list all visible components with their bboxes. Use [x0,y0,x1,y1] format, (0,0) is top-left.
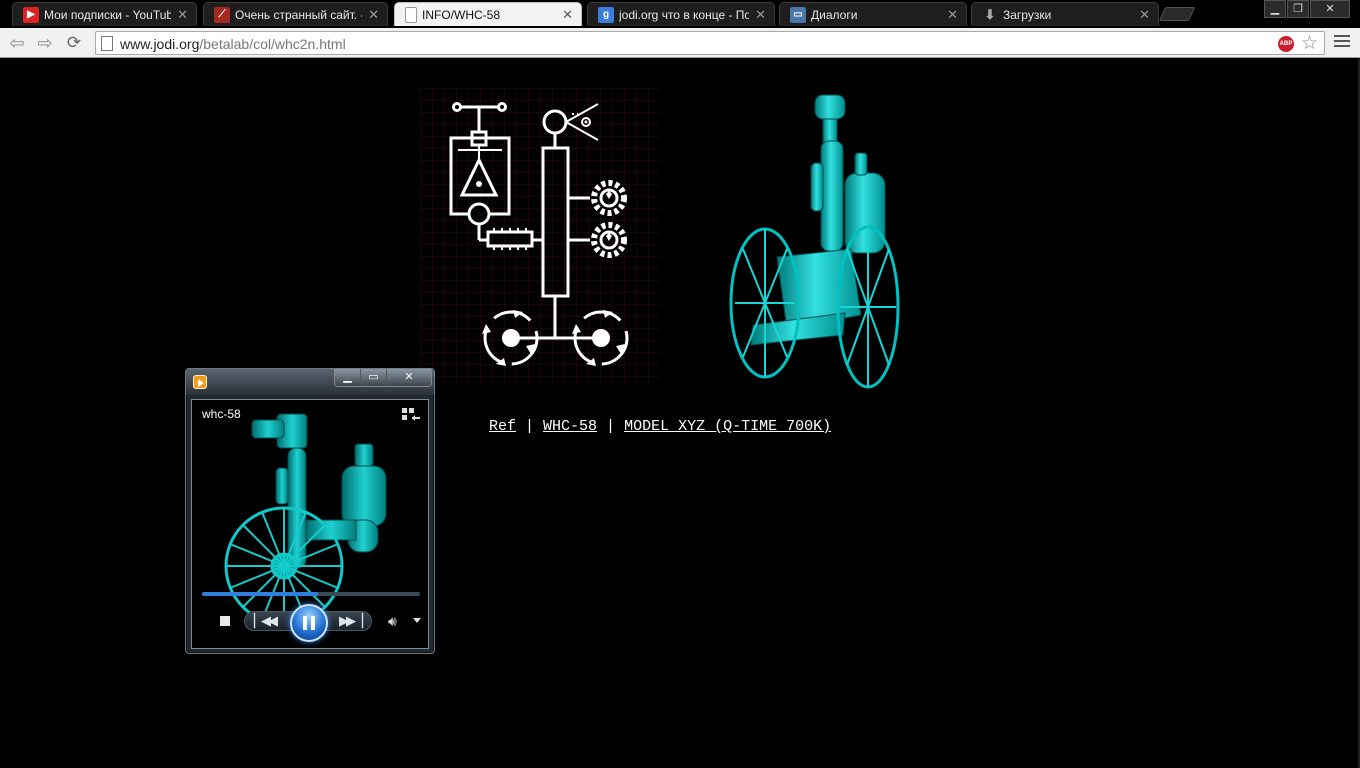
seek-bar[interactable] [202,592,420,596]
media-player-app-icon [193,375,207,389]
tab-strip: ▶ Мои подписки - YouTube ✕ ⟋ Очень стран… [0,0,1360,28]
chrome-menu-icon[interactable] [1334,35,1350,49]
model-xyz-link[interactable]: MODEL XYZ (Q-TIME 700K) [624,418,831,435]
player-video-area[interactable]: whc-58 ▏◀◀ ▶▶▕ 🔊︎ [191,399,429,649]
stop-button[interactable] [220,616,230,626]
minimize-window-button[interactable]: ▁ [1264,0,1286,18]
maximize-window-button[interactable]: ❐ [1287,0,1309,18]
reload-button[interactable]: ⟳ [63,32,85,54]
close-tab-icon[interactable]: ✕ [177,7,188,23]
cyan-3d-machine-render [729,94,900,389]
page-icon [101,36,113,51]
media-player-window[interactable]: ▁ ▭ ✕ whc-58 ▏◀◀ ▶▶▕ 🔊︎ [185,368,435,654]
address-bar[interactable]: www.jodi.org/betalab/col/whc2n.html ABP … [95,31,1325,55]
url-text[interactable]: www.jodi.org/betalab/col/whc2n.html [120,36,346,52]
close-tab-icon[interactable]: ✕ [562,7,573,23]
dota-icon: ⟋ [214,6,230,23]
seek-progress [202,592,318,596]
back-button[interactable]: ⇦ [6,32,28,54]
google-icon: g [598,6,614,23]
switch-to-library-icon[interactable] [402,408,420,422]
ref-link[interactable]: Ref [489,418,516,435]
tab-dialogs[interactable]: ▭ Диалоги ✕ [779,2,967,26]
forward-button[interactable]: ⇨ [34,32,56,54]
download-icon: ⬇ [984,6,996,22]
tab-title: Загрузки [1003,7,1052,22]
tab-youtube[interactable]: ▶ Мои подписки - YouTube ✕ [12,2,197,26]
volume-dropdown-icon[interactable] [413,618,421,623]
link-separator: | [525,418,535,435]
bookmark-star-icon[interactable]: ☆ [1301,32,1318,55]
tab-title: Мои подписки - YouTube [44,7,172,22]
new-tab-button[interactable] [1158,7,1196,21]
previous-button[interactable]: ▏◀◀ [254,610,278,632]
dialogs-icon: ▭ [790,6,806,23]
tab-google[interactable]: g jodi.org что в конце - Пои ✕ [587,2,775,26]
close-window-button[interactable]: ✕ [1310,0,1350,18]
browser-toolbar: ⇦ ⇨ ⟳ www.jodi.org/betalab/col/whc2n.htm… [0,28,1360,58]
close-tab-icon[interactable]: ✕ [755,7,766,23]
player-window-buttons: ▁ ▭ ✕ [334,369,432,387]
volume-icon[interactable]: 🔊︎ [388,613,397,630]
video-title: whc-58 [202,407,241,421]
player-maximize-button[interactable]: ▭ [361,369,387,386]
tab-info-whc58[interactable]: INFO/WHC-58 ✕ [394,2,582,26]
link-separator: | [606,418,616,435]
player-minimize-button[interactable]: ▁ [335,369,361,386]
tab-dota[interactable]: ⟋ Очень странный сайт. - D ✕ [203,2,388,26]
tab-title: Диалоги [811,7,858,22]
pause-button[interactable] [290,604,328,642]
close-tab-icon[interactable]: ✕ [947,7,958,23]
close-tab-icon[interactable]: ✕ [368,7,379,23]
close-tab-icon[interactable]: ✕ [1139,7,1150,23]
player-close-button[interactable]: ✕ [387,369,431,386]
adblock-icon[interactable]: ABP [1278,36,1294,52]
whc58-schematic-diagram [420,88,660,384]
page-links: Ref | WHC-58 | MODEL XYZ (Q-TIME 700K) [489,418,831,435]
tab-title: jodi.org что в конце - Пои [619,7,750,22]
whc58-link[interactable]: WHC-58 [543,418,597,435]
tab-downloads[interactable]: ⬇ Загрузки ✕ [971,2,1159,26]
page-icon [405,6,417,23]
tab-title: Очень странный сайт. - D [235,7,362,22]
next-button[interactable]: ▶▶▕ [339,610,363,632]
player-controls: ▏◀◀ ▶▶▕ 🔊︎ [192,604,428,642]
youtube-icon: ▶ [23,6,39,23]
tab-title: INFO/WHC-58 [422,7,500,22]
